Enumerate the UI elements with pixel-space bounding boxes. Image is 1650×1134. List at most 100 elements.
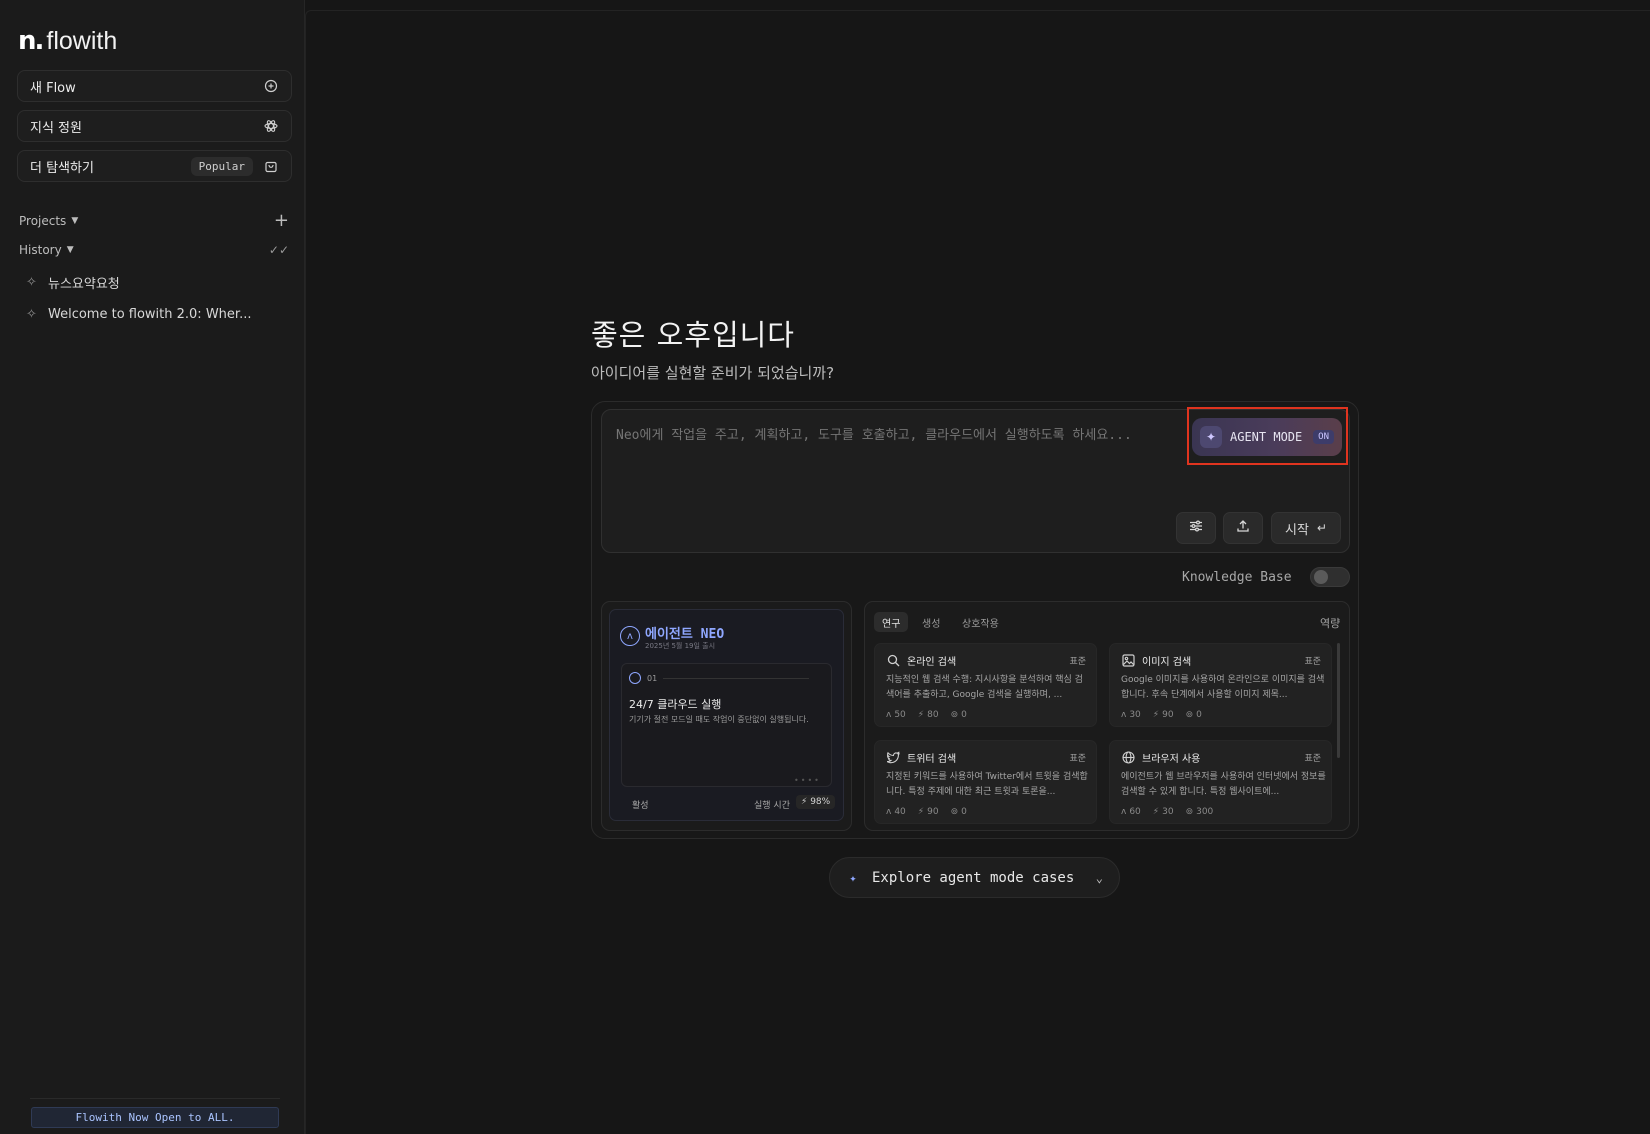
capabilities-label: 역량 bbox=[1320, 617, 1341, 630]
history-section: History ▼ ✓✓ bbox=[19, 243, 289, 257]
check-all-icon[interactable]: ✓✓ bbox=[269, 243, 289, 257]
capability-title: 브라우저 사용 bbox=[1142, 754, 1201, 765]
prompt-input[interactable] bbox=[616, 428, 1176, 443]
history-label[interactable]: History bbox=[19, 243, 62, 257]
projects-section: Projects ▼ + bbox=[19, 210, 289, 231]
stat-credits: ⊚ 0 bbox=[1185, 710, 1202, 720]
stat-agent: ʌ 30 bbox=[1121, 710, 1141, 720]
capability-card-browser-use[interactable]: 브라우저 사용 표준 에이전트가 웹 브라우저를 사용하여 인터넷에서 정보를 … bbox=[1109, 740, 1332, 824]
bolt-icon: ⚡︎ bbox=[801, 797, 808, 807]
search-icon bbox=[886, 653, 900, 667]
tab-research[interactable]: 연구 bbox=[874, 612, 909, 632]
runtime-label: 실행 시간 bbox=[754, 801, 790, 811]
greeting-title: 좋은 오후입니다 bbox=[591, 318, 795, 352]
tab-interact[interactable]: 상호작용 bbox=[954, 612, 1007, 632]
settings-sliders-button[interactable] bbox=[1176, 512, 1216, 544]
agent-neo-date: 2025년 5월 19일 출시 bbox=[645, 642, 716, 650]
capability-description: 에이전트가 웹 브라우저를 사용하여 인터넷에서 정보를 검색할 수 있게 합니… bbox=[1121, 772, 1326, 797]
capability-title: 트위터 검색 bbox=[907, 754, 957, 765]
twitter-icon bbox=[886, 750, 900, 764]
caret-down-icon[interactable]: ▼ bbox=[71, 216, 78, 226]
feature-step: 01 bbox=[629, 672, 809, 684]
knowledge-base-toggle[interactable] bbox=[1310, 567, 1350, 587]
capability-tier: 표준 bbox=[1069, 754, 1086, 764]
magic-wand-icon: ✦ bbox=[1200, 426, 1222, 448]
new-flow-label: 새 Flow bbox=[30, 80, 76, 96]
capability-tier: 표준 bbox=[1069, 657, 1086, 667]
explore-agent-cases-button[interactable]: ✦ Explore agent mode cases ⌄ bbox=[829, 857, 1120, 898]
shopping-bag-icon bbox=[263, 158, 279, 174]
capability-card-image-search[interactable]: 이미지 검색 표준 Google 이미지를 사용하여 온라인으로 이미지를 검색… bbox=[1109, 643, 1332, 727]
agent-icon: ʌ bbox=[1121, 710, 1127, 720]
agent-mode-label: AGENT MODE bbox=[1230, 430, 1303, 444]
explore-more-button[interactable]: 더 탐색하기 Popular bbox=[17, 150, 292, 182]
logo[interactable]: n. flowith bbox=[18, 26, 117, 56]
agent-mode-state: ON bbox=[1313, 430, 1334, 444]
capability-title: 이미지 검색 bbox=[1142, 657, 1192, 668]
stat-speed: ⚡︎ 30 bbox=[1152, 807, 1174, 817]
sliders-icon bbox=[1189, 519, 1203, 537]
sparkle-icon: ✧ bbox=[26, 275, 37, 290]
stat-agent: ʌ 40 bbox=[886, 807, 906, 817]
capability-card-online-search[interactable]: 온라인 검색 표준 지능적인 웹 검색 수행: 지시사항을 분석하여 핵심 검색… bbox=[874, 643, 1097, 727]
caret-down-icon[interactable]: ▼ bbox=[67, 245, 74, 255]
agent-mode-toggle[interactable]: ✦ AGENT MODE ON bbox=[1192, 418, 1342, 456]
explore-more-label: 더 탐색하기 bbox=[30, 160, 94, 176]
upload-button[interactable] bbox=[1223, 512, 1263, 544]
logo-mark: n. bbox=[18, 26, 44, 56]
capability-description: Google 이미지를 사용하여 온라인으로 이미지를 검색합니다. 후속 단계… bbox=[1121, 675, 1325, 700]
capability-description: 지정된 키워드를 사용하여 Twitter에서 트윗을 검색합니다. 특정 주제… bbox=[886, 772, 1088, 797]
add-project-icon[interactable]: + bbox=[274, 210, 289, 231]
history-item-label: Welcome to flowith 2.0: Wher... bbox=[48, 307, 252, 322]
feature-title: 24/7 클라우드 실행 bbox=[629, 698, 722, 711]
capability-card-twitter-search[interactable]: 트위터 검색 표준 지정된 키워드를 사용하여 Twitter에서 트윗을 검색… bbox=[874, 740, 1097, 824]
image-icon bbox=[1121, 653, 1135, 667]
agent-neo-title: 에이전트 NEO bbox=[645, 627, 725, 642]
enter-icon: ↵ bbox=[1316, 521, 1327, 535]
history-item[interactable]: ✧ 뉴스요약요청 bbox=[26, 273, 286, 292]
agent-icon: ʌ bbox=[1121, 807, 1127, 817]
knowledge-garden-label: 지식 정원 bbox=[30, 120, 82, 136]
history-item[interactable]: ✧ Welcome to flowith 2.0: Wher... bbox=[26, 307, 286, 322]
stat-credits: ⊚ 300 bbox=[1185, 807, 1214, 817]
sidebar-divider bbox=[30, 1098, 280, 1099]
stat-credits: ⊚ 0 bbox=[950, 710, 967, 720]
runtime-value: 98% bbox=[810, 797, 831, 807]
atom-icon bbox=[263, 118, 279, 134]
tab-generate[interactable]: 생성 bbox=[914, 612, 948, 632]
agent-icon: ʌ bbox=[886, 710, 892, 720]
magic-wand-icon: ✦ bbox=[849, 870, 857, 885]
stat-speed: ⚡︎ 90 bbox=[917, 807, 939, 817]
stat-agent: ʌ 50 bbox=[886, 710, 906, 720]
toggle-knob bbox=[1314, 570, 1328, 584]
capability-tier: 표준 bbox=[1304, 754, 1321, 764]
capability-stats: ʌ 50 ⚡︎ 80 ⊚ 0 bbox=[886, 710, 967, 720]
sparkle-icon: ✧ bbox=[26, 307, 37, 322]
carousel-dots[interactable]: •••• bbox=[794, 776, 821, 785]
capability-title: 온라인 검색 bbox=[907, 657, 957, 668]
capability-description: 지능적인 웹 검색 수행: 지시사항을 분석하여 핵심 검색어를 추출하고, G… bbox=[886, 675, 1083, 700]
announcement-banner[interactable]: Flowith Now Open to ALL. bbox=[31, 1107, 279, 1128]
new-chat-icon bbox=[263, 78, 279, 94]
capability-tier: 표준 bbox=[1304, 657, 1321, 667]
stat-speed: ⚡︎ 80 bbox=[917, 710, 939, 720]
coins-icon: ⊚ bbox=[1185, 710, 1194, 720]
new-flow-button[interactable]: 새 Flow bbox=[17, 70, 292, 102]
bolt-icon: ⚡︎ bbox=[917, 807, 925, 817]
bolt-icon: ⚡︎ bbox=[1152, 807, 1160, 817]
feature-description: 기기가 절전 모드일 때도 작업이 중단없이 실행됩니다. bbox=[629, 715, 809, 724]
chevron-down-icon: ⌄ bbox=[1095, 870, 1103, 885]
start-button[interactable]: 시작 ↵ bbox=[1271, 512, 1341, 544]
stat-credits: ⊚ 0 bbox=[950, 807, 967, 817]
capability-stats: ʌ 30 ⚡︎ 90 ⊚ 0 bbox=[1121, 710, 1202, 720]
bolt-icon: ⚡︎ bbox=[917, 710, 925, 720]
bolt-icon: ⚡︎ bbox=[1152, 710, 1160, 720]
clock-icon bbox=[629, 672, 641, 684]
capability-stats: ʌ 60 ⚡︎ 30 ⊚ 300 bbox=[1121, 807, 1213, 817]
feature-step-number: 01 bbox=[647, 673, 658, 683]
capabilities-scrollbar[interactable] bbox=[1337, 643, 1340, 758]
knowledge-garden-button[interactable]: 지식 정원 bbox=[17, 110, 292, 142]
runtime-badge: ⚡︎ 98% bbox=[796, 795, 836, 809]
projects-label[interactable]: Projects bbox=[19, 214, 66, 228]
explore-label: Explore agent mode cases bbox=[872, 869, 1075, 886]
